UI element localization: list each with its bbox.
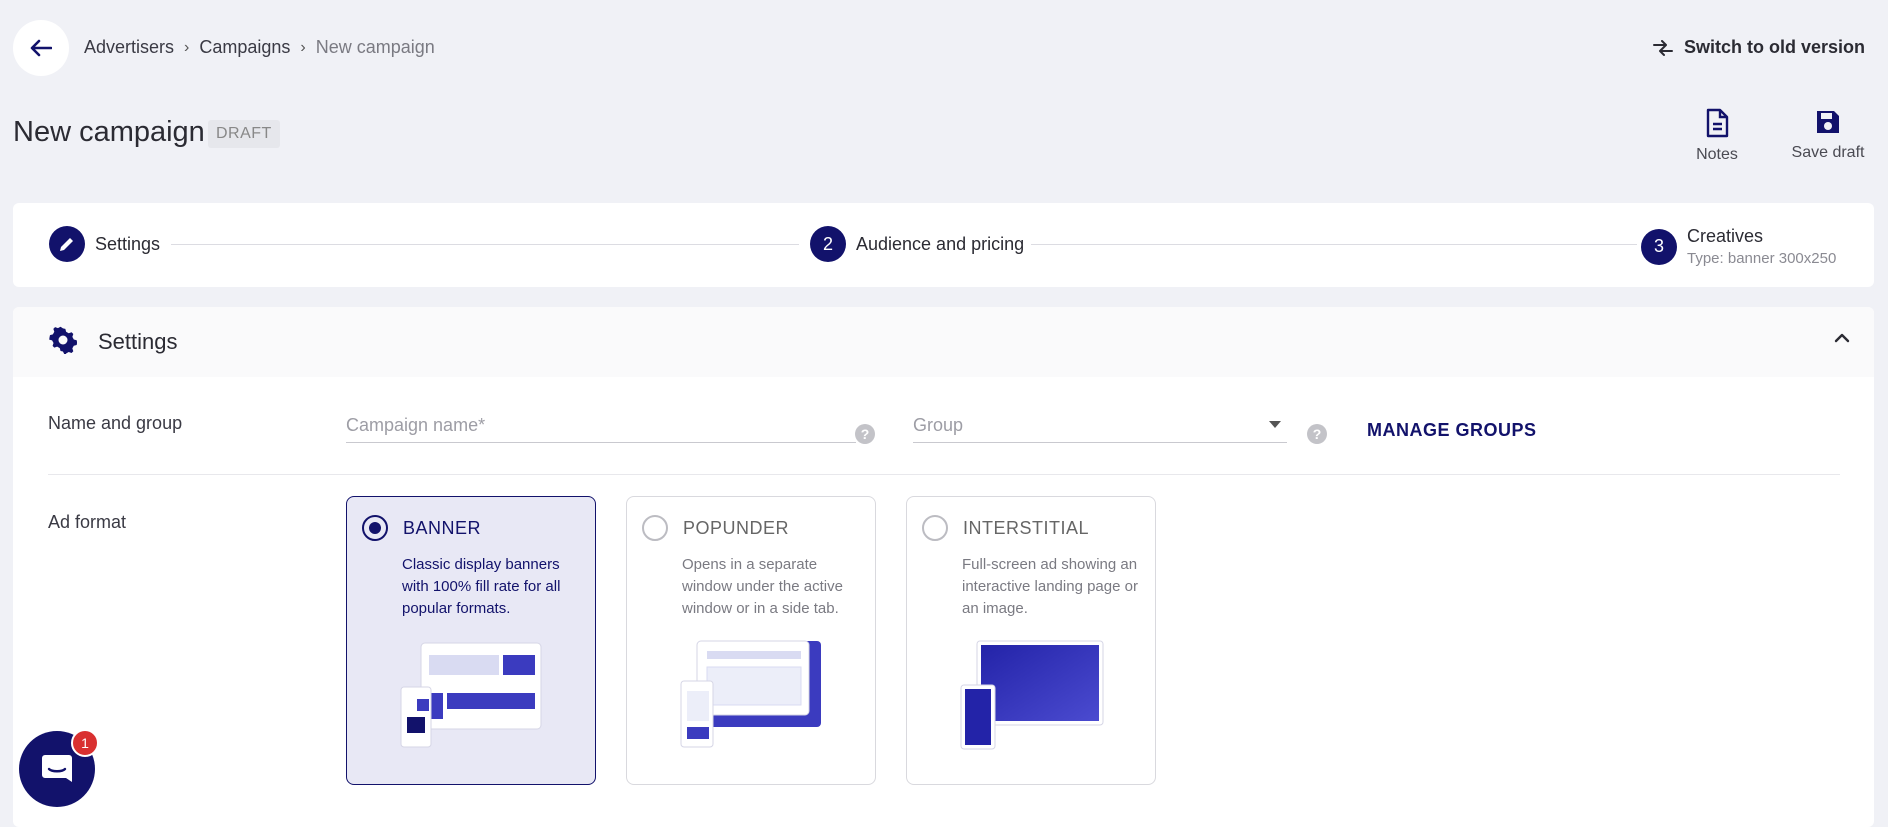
- radio-banner[interactable]: [362, 515, 388, 541]
- pencil-icon: [49, 226, 85, 262]
- step-audience[interactable]: 2 Audience and pricing: [810, 226, 1024, 262]
- gear-icon: [49, 326, 77, 354]
- save-draft-label: Save draft: [1791, 144, 1865, 161]
- notes-label: Notes: [1696, 146, 1738, 163]
- campaign-stepper: Settings 2 Audience and pricing 3 Creati…: [13, 203, 1874, 287]
- floppy-disk-icon: [1817, 111, 1839, 133]
- name-group-label: Name and group: [48, 413, 183, 433]
- caret-down-icon: [1269, 421, 1281, 428]
- interstitial-illustration: [960, 640, 1104, 750]
- step-settings-label: Settings: [95, 233, 161, 254]
- chevron-up-icon[interactable]: [1834, 333, 1850, 343]
- arrow-left-icon: [30, 39, 52, 57]
- divider: [48, 474, 1840, 475]
- switch-old-version-label: Switch to old version: [1683, 37, 1865, 57]
- back-button[interactable]: [13, 20, 69, 76]
- interstitial-description: Full-screen ad showing an interactive la…: [962, 556, 1138, 617]
- popunder-description: Opens in a separate window under the act…: [682, 556, 843, 617]
- status-badge: DRAFT: [208, 120, 280, 148]
- group-placeholder: Group: [913, 415, 964, 435]
- ad-format-interstitial[interactable]: INTERSTITIAL Full-screen ad showing an i…: [906, 496, 1156, 785]
- banner-title: BANNER: [403, 518, 482, 538]
- step-audience-label: Audience and pricing: [856, 233, 1025, 254]
- interstitial-title: INTERSTITIAL: [963, 518, 1090, 538]
- top-bar: Advertisers › Campaigns › New campaign S…: [0, 0, 1888, 96]
- chat-icon: [42, 755, 72, 782]
- settings-title: Settings: [98, 329, 178, 354]
- manage-groups-button[interactable]: MANAGE GROUPS: [1367, 420, 1537, 441]
- campaign-name-placeholder: Campaign name*: [346, 415, 486, 435]
- settings-header[interactable]: Settings: [13, 307, 1874, 377]
- campaign-name-field[interactable]: Campaign name*: [346, 403, 856, 443]
- notification-badge: 1: [71, 729, 99, 757]
- banner-description: Classic display banners with 100% fill r…: [402, 556, 561, 617]
- chevron-right-icon: ›: [184, 38, 190, 56]
- popunder-illustration: [680, 640, 821, 748]
- breadcrumb-advertisers[interactable]: Advertisers: [84, 37, 174, 58]
- step-number: 3: [1641, 228, 1677, 265]
- settings-panel: Settings Name and group Campaign name* ?…: [13, 307, 1874, 827]
- save-draft-button[interactable]: Save draft: [1773, 108, 1883, 162]
- step-settings[interactable]: Settings: [49, 226, 160, 262]
- popunder-title: POPUNDER: [683, 518, 790, 538]
- notes-button[interactable]: Notes: [1690, 108, 1744, 164]
- help-icon[interactable]: ?: [1307, 424, 1327, 444]
- ad-format-banner[interactable]: BANNER Classic display banners with 100%…: [346, 496, 596, 785]
- step-connector: [171, 244, 799, 245]
- breadcrumb: Advertisers › Campaigns › New campaign: [84, 37, 435, 58]
- step-creatives-sub: Type: banner 300x250: [1687, 250, 1837, 267]
- breadcrumb-campaigns[interactable]: Campaigns: [199, 37, 290, 58]
- radio-popunder[interactable]: [642, 515, 668, 541]
- ad-format-popunder[interactable]: POPUNDER Opens in a separate window unde…: [626, 496, 876, 785]
- breadcrumb-current: New campaign: [315, 37, 435, 57]
- page-title: New campaign: [13, 116, 205, 148]
- swap-arrows-icon: [1652, 39, 1673, 56]
- step-creatives-label: Creatives: [1687, 226, 1764, 246]
- help-icon[interactable]: ?: [855, 424, 875, 444]
- radio-interstitial[interactable]: [922, 515, 948, 541]
- step-connector: [1031, 244, 1637, 245]
- step-number: 2: [810, 226, 846, 262]
- switch-old-version-button[interactable]: Switch to old version: [1652, 37, 1865, 58]
- group-select[interactable]: Group: [913, 403, 1287, 443]
- chevron-right-icon: ›: [300, 38, 306, 56]
- banner-illustration: [400, 642, 542, 748]
- ad-format-label: Ad format: [48, 512, 127, 532]
- step-creatives[interactable]: 3 Creatives Type: banner 300x250: [1641, 226, 1836, 267]
- document-icon: [1706, 108, 1729, 138]
